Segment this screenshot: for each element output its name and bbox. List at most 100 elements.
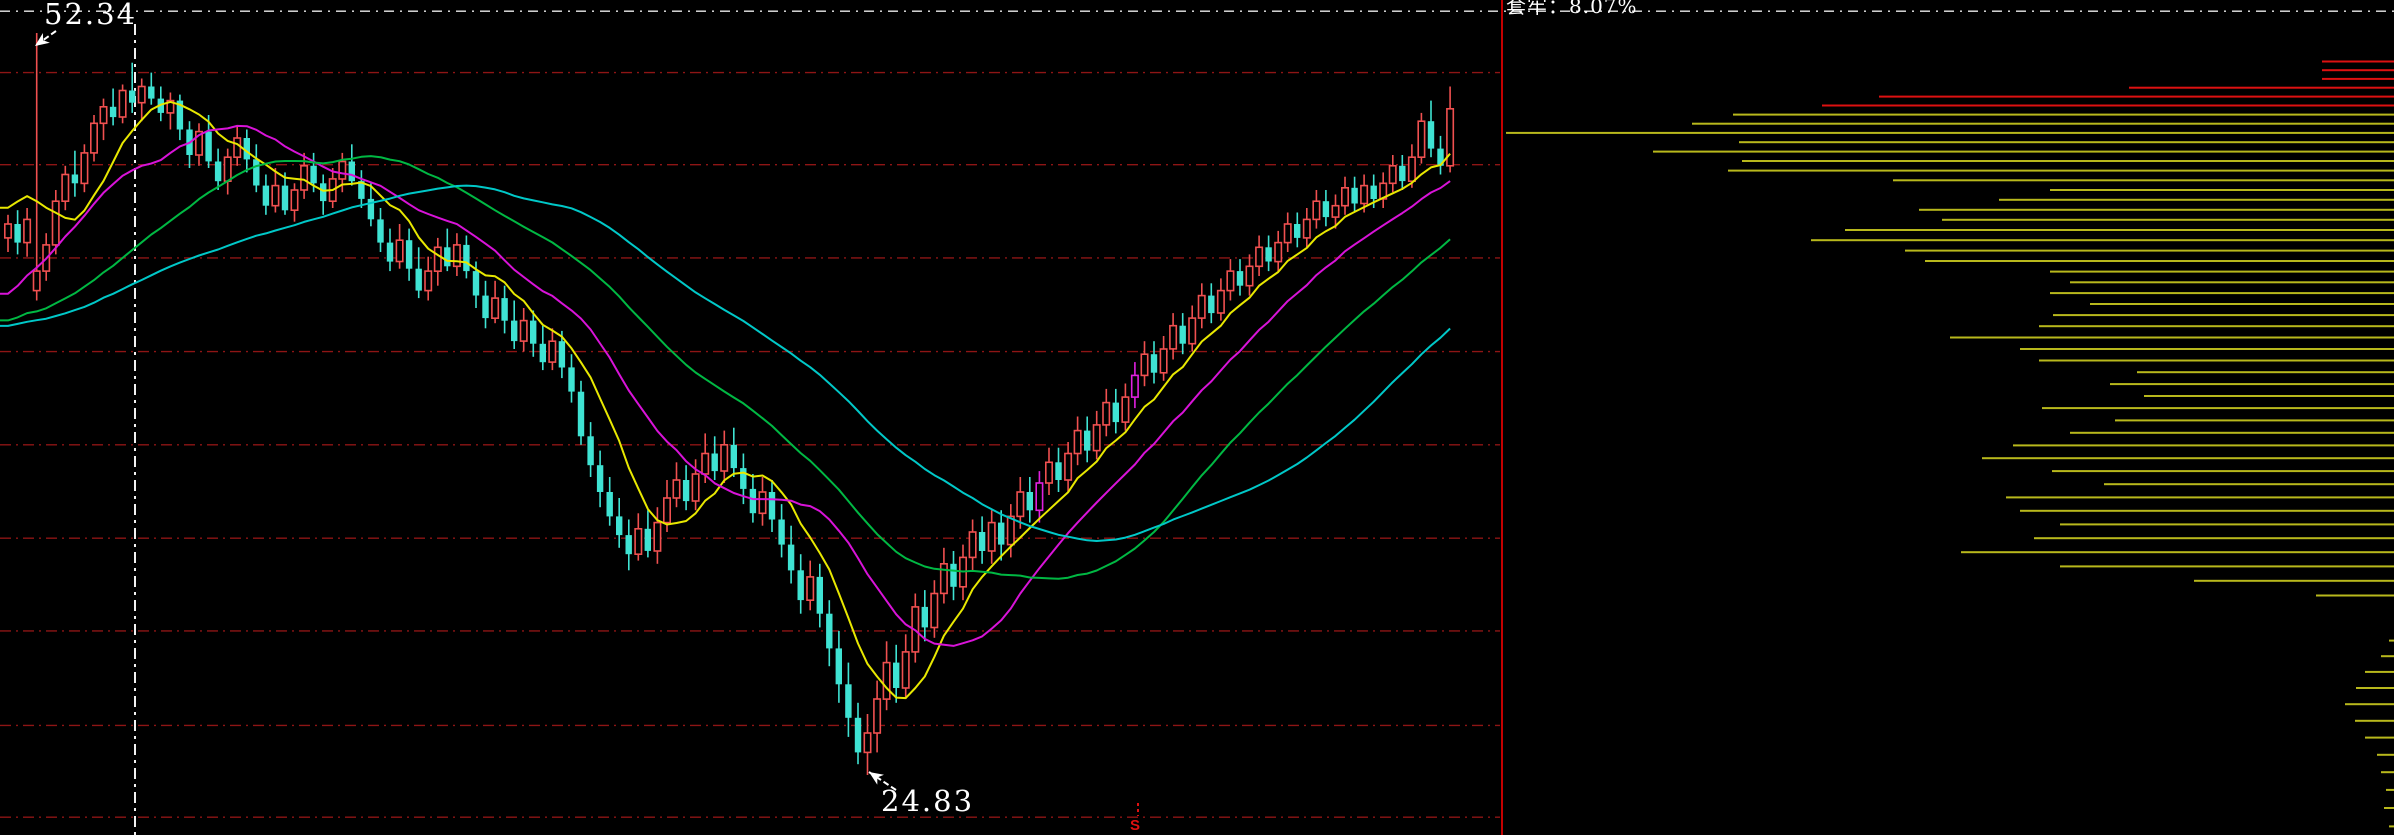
candle-body xyxy=(320,183,326,201)
candle xyxy=(587,422,593,477)
candle xyxy=(1027,477,1033,523)
high-arrow xyxy=(35,31,56,46)
candle-body xyxy=(549,341,555,362)
high-price-label: 52.34 xyxy=(44,0,137,29)
chip-bar-trapped xyxy=(2322,61,2394,63)
candle xyxy=(148,73,154,105)
candle-body xyxy=(979,532,985,551)
chip-bar-trapped xyxy=(2322,78,2394,80)
candle xyxy=(358,170,364,208)
chip-bar-profit xyxy=(2144,395,2394,397)
candle-body xyxy=(1065,454,1071,481)
candle-body xyxy=(1218,291,1224,313)
candle-body xyxy=(91,123,97,153)
kline-chart-canvas[interactable] xyxy=(0,0,2394,835)
candle xyxy=(425,257,431,301)
candle xyxy=(931,580,937,638)
candle xyxy=(1180,313,1186,354)
candle xyxy=(654,507,660,564)
candle xyxy=(1189,306,1195,352)
candle xyxy=(167,93,173,130)
chip-bar-profit xyxy=(2020,510,2394,512)
candle xyxy=(769,480,775,532)
candle xyxy=(34,33,40,301)
candle-body xyxy=(1132,375,1138,397)
candle-body xyxy=(1265,247,1271,261)
candle xyxy=(215,149,221,190)
candle-body xyxy=(1094,425,1100,451)
chip-bar-profit xyxy=(2034,537,2394,539)
chip-bar-profit xyxy=(2345,703,2394,705)
candle xyxy=(626,520,632,571)
candle xyxy=(1046,448,1052,495)
candle-body xyxy=(406,240,412,269)
candle-body xyxy=(893,663,899,688)
candle-body xyxy=(34,271,40,291)
ma-line-ma_yellow xyxy=(0,102,1450,698)
candle-body xyxy=(282,186,288,211)
candle xyxy=(645,510,651,557)
candle xyxy=(349,144,355,185)
chip-bar-profit xyxy=(2070,432,2394,434)
candle xyxy=(139,79,145,122)
candle xyxy=(100,99,106,141)
candle xyxy=(712,436,718,480)
chip-bar-profit xyxy=(2381,771,2394,773)
candle-body xyxy=(1332,206,1338,217)
candle-body xyxy=(53,201,59,245)
candle xyxy=(578,381,584,445)
chip-bar-profit xyxy=(2042,407,2394,409)
candle-body xyxy=(922,607,928,628)
chip-bar-profit xyxy=(1950,337,2394,339)
candle-body xyxy=(24,219,30,242)
candle-body xyxy=(731,445,737,468)
chip-bar-profit xyxy=(1728,170,2394,172)
candle-body xyxy=(683,480,689,501)
candle xyxy=(845,663,851,737)
chip-bar-profit xyxy=(2039,325,2394,327)
candle-body xyxy=(425,271,431,291)
candle xyxy=(1246,254,1252,295)
candle-body xyxy=(626,535,632,554)
sell-signal-marker: S xyxy=(1130,818,1140,833)
chip-bar-profit xyxy=(2115,419,2394,421)
candle xyxy=(1103,389,1109,436)
candle xyxy=(119,85,125,124)
chip-bar-profit xyxy=(2377,754,2394,756)
candle-body xyxy=(377,219,383,242)
chip-bar-profit xyxy=(2060,523,2394,525)
candle xyxy=(301,153,307,199)
candle xyxy=(673,462,679,507)
candle xyxy=(683,465,689,510)
candle-body xyxy=(1418,121,1424,157)
candle-body xyxy=(215,162,221,182)
chip-bar-trapped xyxy=(2322,69,2394,71)
candle-body xyxy=(72,175,78,184)
candle-body xyxy=(139,87,145,103)
chip-bar-profit xyxy=(2365,671,2394,673)
candle xyxy=(1036,471,1042,522)
candle xyxy=(969,520,975,571)
candle-body xyxy=(1017,492,1023,516)
chip-bar-profit xyxy=(1692,123,2394,125)
candle-body xyxy=(148,87,154,99)
candle xyxy=(1084,417,1090,463)
candle xyxy=(817,564,823,628)
candle xyxy=(1094,411,1100,459)
candle xyxy=(1418,113,1424,164)
chip-bar-profit xyxy=(2006,496,2394,498)
candle xyxy=(1447,87,1453,173)
candle-body xyxy=(1323,201,1329,217)
candle-body xyxy=(387,243,393,262)
candle xyxy=(5,215,11,252)
candle-body xyxy=(807,577,813,600)
candle-body xyxy=(1046,462,1052,483)
candle xyxy=(1218,278,1224,320)
chip-bar-profit xyxy=(2316,595,2394,597)
candle-body xyxy=(769,492,775,520)
chip-bar-profit xyxy=(2137,371,2394,373)
candle xyxy=(836,631,842,703)
candle xyxy=(1256,236,1262,277)
candle-body xyxy=(1256,247,1262,266)
chip-bar-profit xyxy=(1845,229,2394,231)
